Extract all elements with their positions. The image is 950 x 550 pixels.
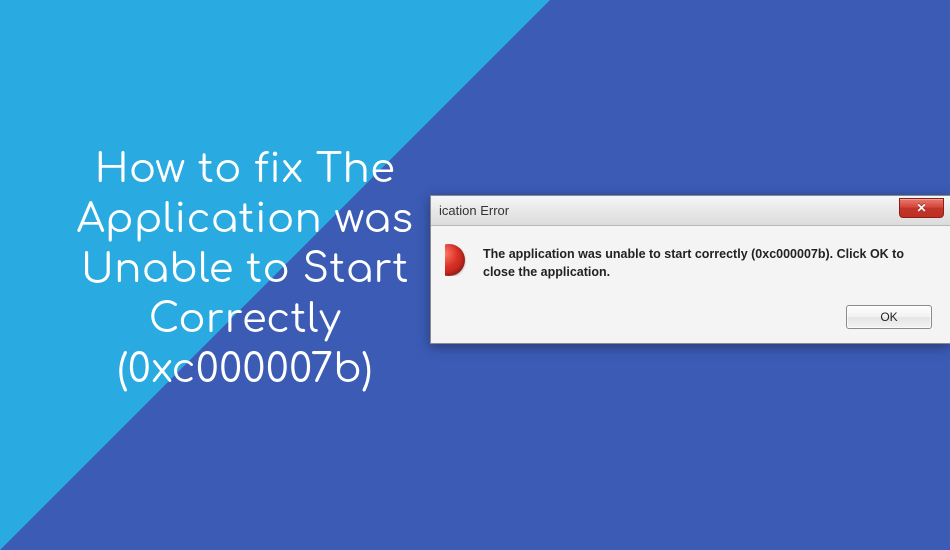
ok-button[interactable]: OK [846,305,932,329]
close-icon: ✕ [916,201,926,215]
page-title: How to fix The Application was Unable to… [35,145,455,395]
dialog-message: The application was unable to start corr… [483,244,932,281]
close-button[interactable]: ✕ [899,198,944,218]
